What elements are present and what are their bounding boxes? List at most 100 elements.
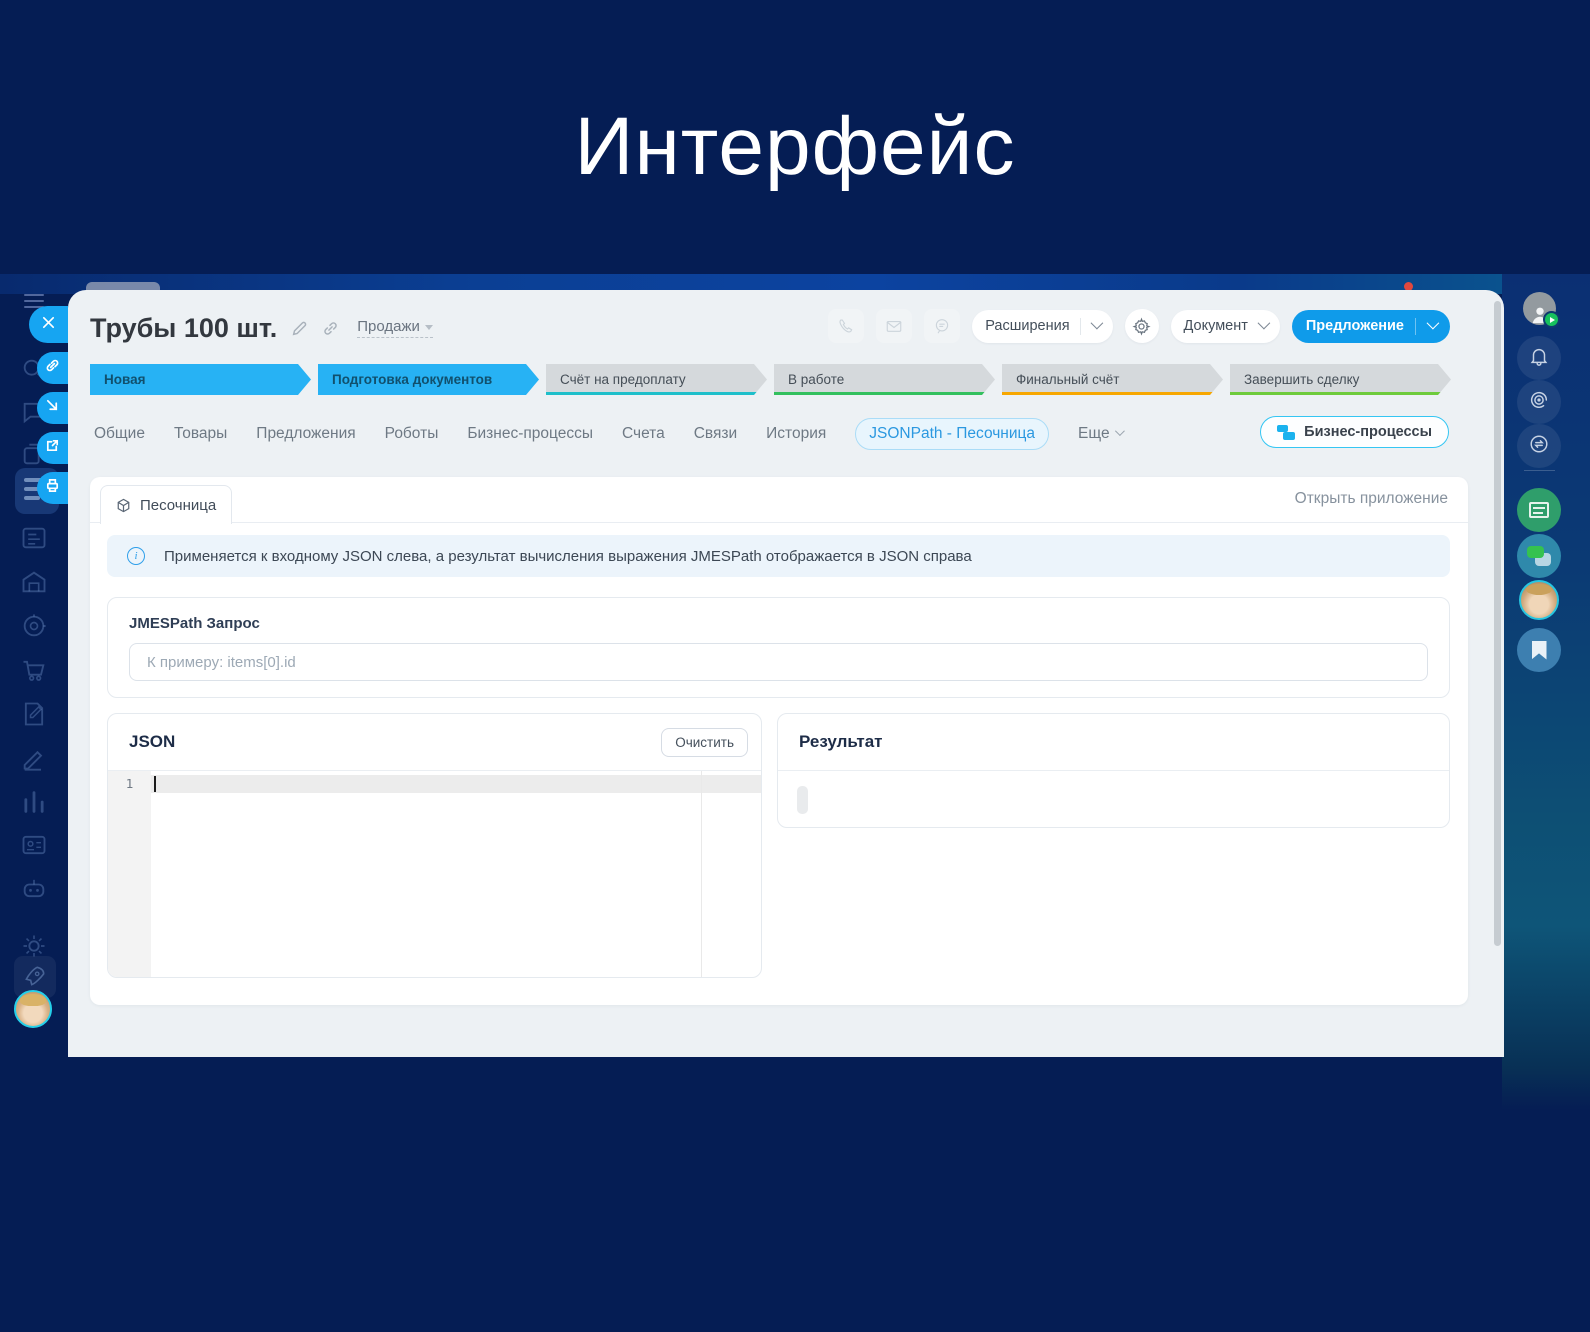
jmespath-query-label: JMESPath Запрос — [129, 615, 260, 632]
app-header: Песочница Открыть приложение — [90, 477, 1468, 524]
offer-button[interactable]: Предложение — [1291, 309, 1450, 343]
cube-icon — [117, 498, 130, 512]
status-play-badge — [1543, 311, 1560, 328]
stage-underline — [1002, 392, 1217, 395]
line-number: 1 — [125, 776, 134, 791]
chevron-down-icon — [424, 324, 433, 330]
sign-pen-icon[interactable] — [20, 744, 48, 772]
current-user-avatar[interactable] — [14, 990, 52, 1028]
news-icon — [1529, 502, 1549, 518]
edit-title-icon[interactable] — [291, 320, 308, 337]
print-button[interactable] — [37, 472, 68, 504]
stage-label: В работе — [788, 372, 845, 387]
overlay-scrollbar[interactable] — [1494, 301, 1501, 946]
collapse-slider-button[interactable] — [37, 392, 68, 424]
stage-in-progress[interactable]: В работе — [774, 364, 995, 395]
stage-underline — [1230, 392, 1445, 395]
open-new-window-button[interactable] — [37, 432, 68, 464]
document-edit-icon[interactable] — [20, 700, 48, 728]
jmespath-query-input[interactable] — [129, 643, 1428, 681]
tab-business-processes[interactable]: Бизнес-процессы — [467, 425, 593, 443]
warehouse-icon[interactable] — [20, 568, 48, 596]
print-icon — [45, 478, 60, 498]
deal-tabs: Общие Товары Предложения Роботы Бизнес-п… — [94, 418, 1125, 450]
tab-general[interactable]: Общие — [94, 425, 145, 443]
tab-links[interactable]: Связи — [694, 425, 737, 443]
extensions-button[interactable]: Расширения — [972, 309, 1113, 343]
business-processes-label: Бизнес-процессы — [1304, 424, 1432, 440]
call-button[interactable] — [828, 309, 865, 343]
json-panel-header: JSON Очистить — [108, 714, 761, 771]
chat-search-button[interactable] — [924, 309, 961, 343]
email-button[interactable] — [876, 309, 913, 343]
copy-link-button[interactable] — [37, 352, 68, 384]
jmespath-query-card: JMESPath Запрос — [107, 597, 1450, 698]
offer-label: Предложение — [1305, 318, 1404, 334]
gear-icon — [1132, 317, 1151, 336]
editor-gutter: 1 — [108, 771, 151, 977]
deal-slider: Трубы 100 шт. Продажи Расширения Докумен… — [68, 290, 1504, 1057]
stage-final-invoice[interactable]: Финальный счёт — [1002, 364, 1223, 395]
sandbox-app-panel: Песочница Открыть приложение i Применяет… — [90, 477, 1468, 1005]
stage-prepay-invoice[interactable]: Счёт на предоплату — [546, 364, 767, 395]
target-icon — [1528, 389, 1550, 416]
open-app-link[interactable]: Открыть приложение — [1295, 490, 1448, 508]
editor-vertical-rule — [701, 771, 702, 977]
result-panel-title: Результат — [799, 732, 883, 751]
tab-invoices[interactable]: Счета — [622, 425, 665, 443]
tab-more-label: Еще — [1078, 425, 1110, 442]
chevron-down-icon — [1257, 316, 1271, 330]
page-title: Интерфейс — [574, 101, 1016, 192]
link-icon[interactable] — [322, 320, 339, 337]
tab-robots[interactable]: Роботы — [385, 425, 439, 443]
result-placeholder — [797, 786, 808, 814]
stage-label: Финальный счёт — [1016, 372, 1120, 387]
tab-jsonpath-sandbox[interactable]: JSONPath - Песочница — [855, 418, 1050, 450]
chat-transfer-button[interactable] — [1517, 424, 1561, 468]
tab-products[interactable]: Товары — [174, 425, 227, 443]
result-panel-header: Результат — [778, 714, 1449, 771]
analytics-icon[interactable] — [20, 788, 48, 816]
business-processes-button[interactable]: Бизнес-процессы — [1260, 416, 1449, 448]
json-code-editor[interactable]: 1 — [108, 771, 761, 977]
sandbox-tab-label: Песочница — [140, 496, 217, 514]
tab-sandbox[interactable]: Песочница — [100, 485, 233, 524]
divider — [1079, 317, 1081, 335]
mail-icon — [886, 320, 902, 332]
stage-label: Завершить сделку — [1244, 372, 1360, 387]
chevron-down-icon — [1090, 316, 1103, 330]
json-panel-title: JSON — [129, 732, 176, 751]
rail-divider — [1524, 470, 1555, 471]
info-banner: i Применяется к входному JSON слева, а р… — [107, 535, 1450, 577]
tab-history[interactable]: История — [766, 425, 826, 443]
robot-icon[interactable] — [20, 874, 48, 902]
result-body — [778, 771, 1449, 827]
close-icon — [41, 315, 56, 335]
close-slider-button[interactable] — [29, 306, 68, 343]
bookmark-button[interactable] — [1517, 628, 1561, 672]
tasks-icon[interactable] — [20, 524, 48, 552]
clear-button[interactable]: Очистить — [661, 728, 748, 757]
document-button[interactable]: Документ — [1170, 309, 1280, 343]
stage-docs[interactable]: Подготовка документов — [318, 364, 539, 395]
messenger-button[interactable] — [1517, 534, 1561, 578]
marketing-button[interactable] — [1517, 380, 1561, 424]
marketing-target-icon[interactable] — [20, 612, 48, 640]
notifications-button[interactable] — [1517, 336, 1561, 380]
settings-button[interactable] — [1124, 309, 1159, 343]
stage-underline — [774, 392, 989, 395]
news-feed-button[interactable] — [1517, 488, 1561, 532]
extensions-label: Расширения — [985, 318, 1070, 334]
stage-new[interactable]: Новая — [90, 364, 311, 395]
document-label: Документ — [1183, 318, 1248, 334]
tab-more[interactable]: Еще — [1078, 425, 1125, 443]
tab-quotes[interactable]: Предложения — [256, 425, 355, 443]
deal-title: Трубы 100 шт. — [90, 312, 278, 343]
contact-card-icon[interactable] — [20, 831, 48, 859]
support-avatar[interactable] — [1519, 580, 1559, 620]
stage-label: Подготовка документов — [332, 372, 493, 387]
stage-close-deal[interactable]: Завершить сделку — [1230, 364, 1451, 395]
pipeline-selector[interactable]: Продажи — [357, 318, 433, 338]
cart-icon[interactable] — [20, 656, 48, 684]
stage-label: Счёт на предоплату — [560, 372, 686, 387]
